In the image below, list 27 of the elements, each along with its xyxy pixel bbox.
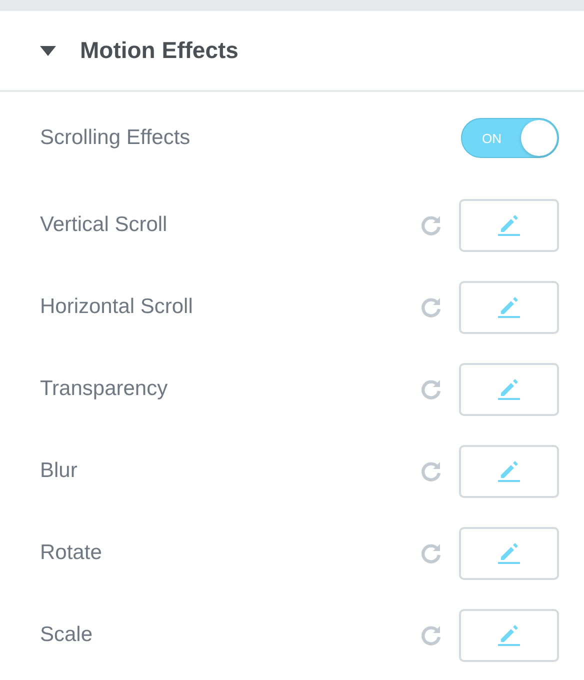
section-title: Motion Effects — [80, 37, 238, 64]
effect-label: Rotate — [40, 541, 103, 565]
effect-label: Vertical Scroll — [40, 213, 168, 237]
reset-icon[interactable] — [419, 459, 443, 483]
edit-button[interactable] — [459, 526, 559, 580]
effect-label: Horizontal Scroll — [40, 295, 194, 319]
switch-label: Scrolling Effects — [40, 126, 192, 150]
effect-label: Blur — [40, 459, 78, 483]
edit-button[interactable] — [459, 444, 559, 498]
pencil-icon — [498, 214, 520, 236]
pencil-icon — [498, 296, 520, 318]
effect-label: Transparency — [40, 377, 169, 401]
reset-icon[interactable] — [419, 623, 443, 647]
edit-button[interactable] — [459, 280, 559, 334]
edit-button[interactable] — [459, 362, 559, 416]
reset-icon[interactable] — [419, 295, 443, 319]
edit-button[interactable] — [459, 608, 559, 662]
pencil-icon — [498, 460, 520, 482]
pencil-icon — [498, 378, 520, 400]
section-header[interactable]: Motion Effects — [0, 11, 584, 92]
edit-button[interactable] — [459, 198, 559, 252]
reset-icon[interactable] — [419, 541, 443, 565]
pencil-icon — [498, 624, 520, 646]
effect-label: Scale — [40, 623, 94, 647]
reset-icon[interactable] — [419, 213, 443, 237]
pencil-icon — [498, 542, 520, 564]
reset-icon[interactable] — [419, 377, 443, 401]
